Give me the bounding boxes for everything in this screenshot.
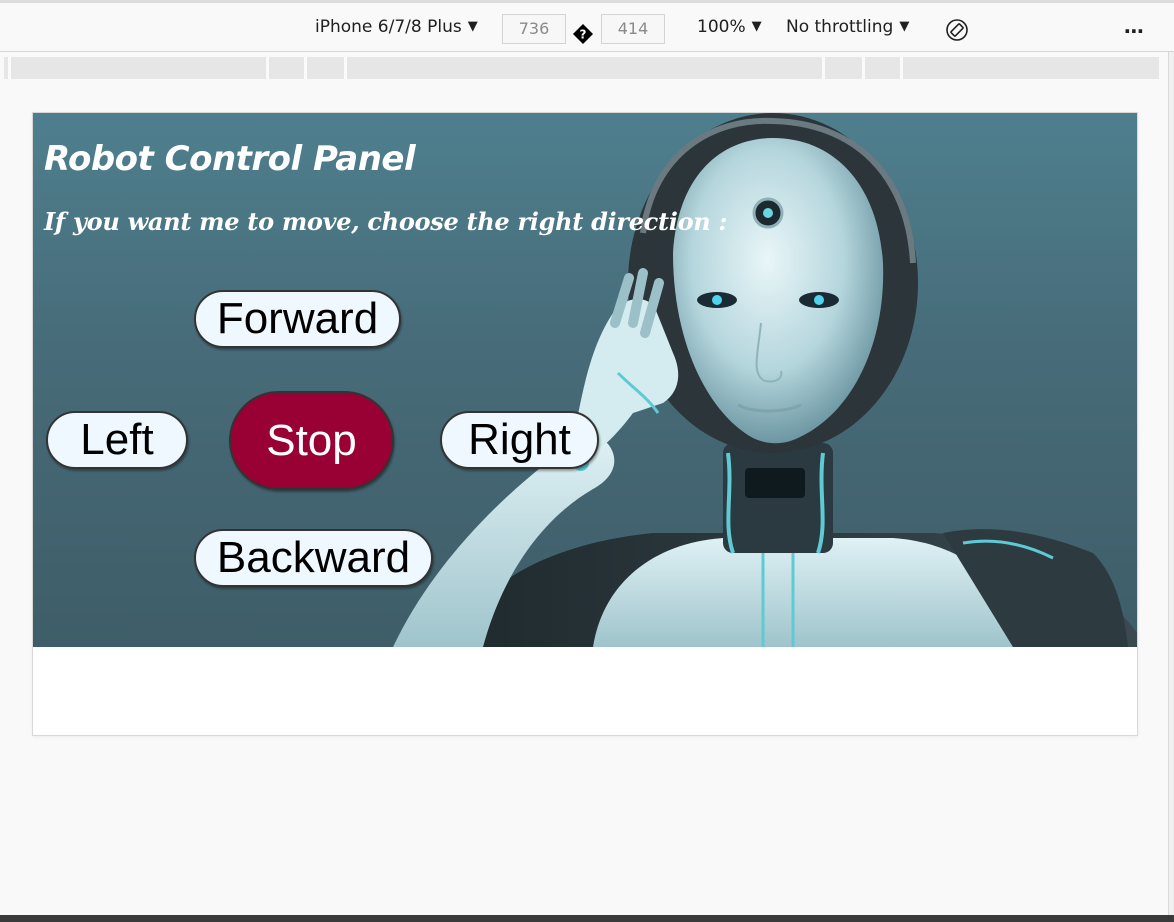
stop-button[interactable]: Stop [229, 391, 394, 490]
forward-button[interactable]: Forward [194, 290, 401, 348]
devtools-device-toolbar: iPhone 6/7/8 Plus ▼ 736 ? 414 100% ▼ No th… [0, 0, 1174, 52]
svg-text:?: ? [580, 28, 587, 42]
zoom-select-label: 100% [697, 17, 746, 37]
throttling-select[interactable]: No throttling ▼ [786, 17, 909, 37]
zoom-select[interactable]: 100% ▼ [697, 17, 762, 37]
device-viewport: Robot Control Panel If you want me to mo… [32, 112, 1138, 736]
window-bottom-edge [0, 915, 1174, 922]
dropdown-arrow-icon: ▼ [467, 19, 478, 34]
more-options-icon[interactable]: ⋯ [1124, 19, 1146, 43]
page-subtitle: If you want me to move, choose the right… [44, 207, 728, 236]
page-title: Robot Control Panel [44, 139, 416, 179]
right-button[interactable]: Right [440, 411, 599, 469]
width-input[interactable]: 736 [502, 14, 566, 44]
device-select[interactable]: iPhone 6/7/8 Plus ▼ [315, 17, 478, 37]
throttling-select-label: No throttling [786, 17, 894, 37]
backward-button[interactable]: Backward [194, 529, 433, 587]
left-button[interactable]: Left [46, 411, 188, 469]
height-input[interactable]: 414 [601, 14, 665, 44]
devtools-panel-edge [1168, 52, 1174, 916]
device-select-label: iPhone 6/7/8 Plus [315, 17, 462, 37]
dropdown-arrow-icon: ▼ [899, 19, 910, 34]
rotate-icon[interactable] [945, 18, 969, 42]
dimension-separator-icon: ? [573, 24, 593, 44]
dropdown-arrow-icon: ▼ [751, 19, 762, 34]
media-query-bar[interactable] [4, 57, 1159, 79]
hero-banner: Robot Control Panel If you want me to mo… [33, 113, 1137, 647]
